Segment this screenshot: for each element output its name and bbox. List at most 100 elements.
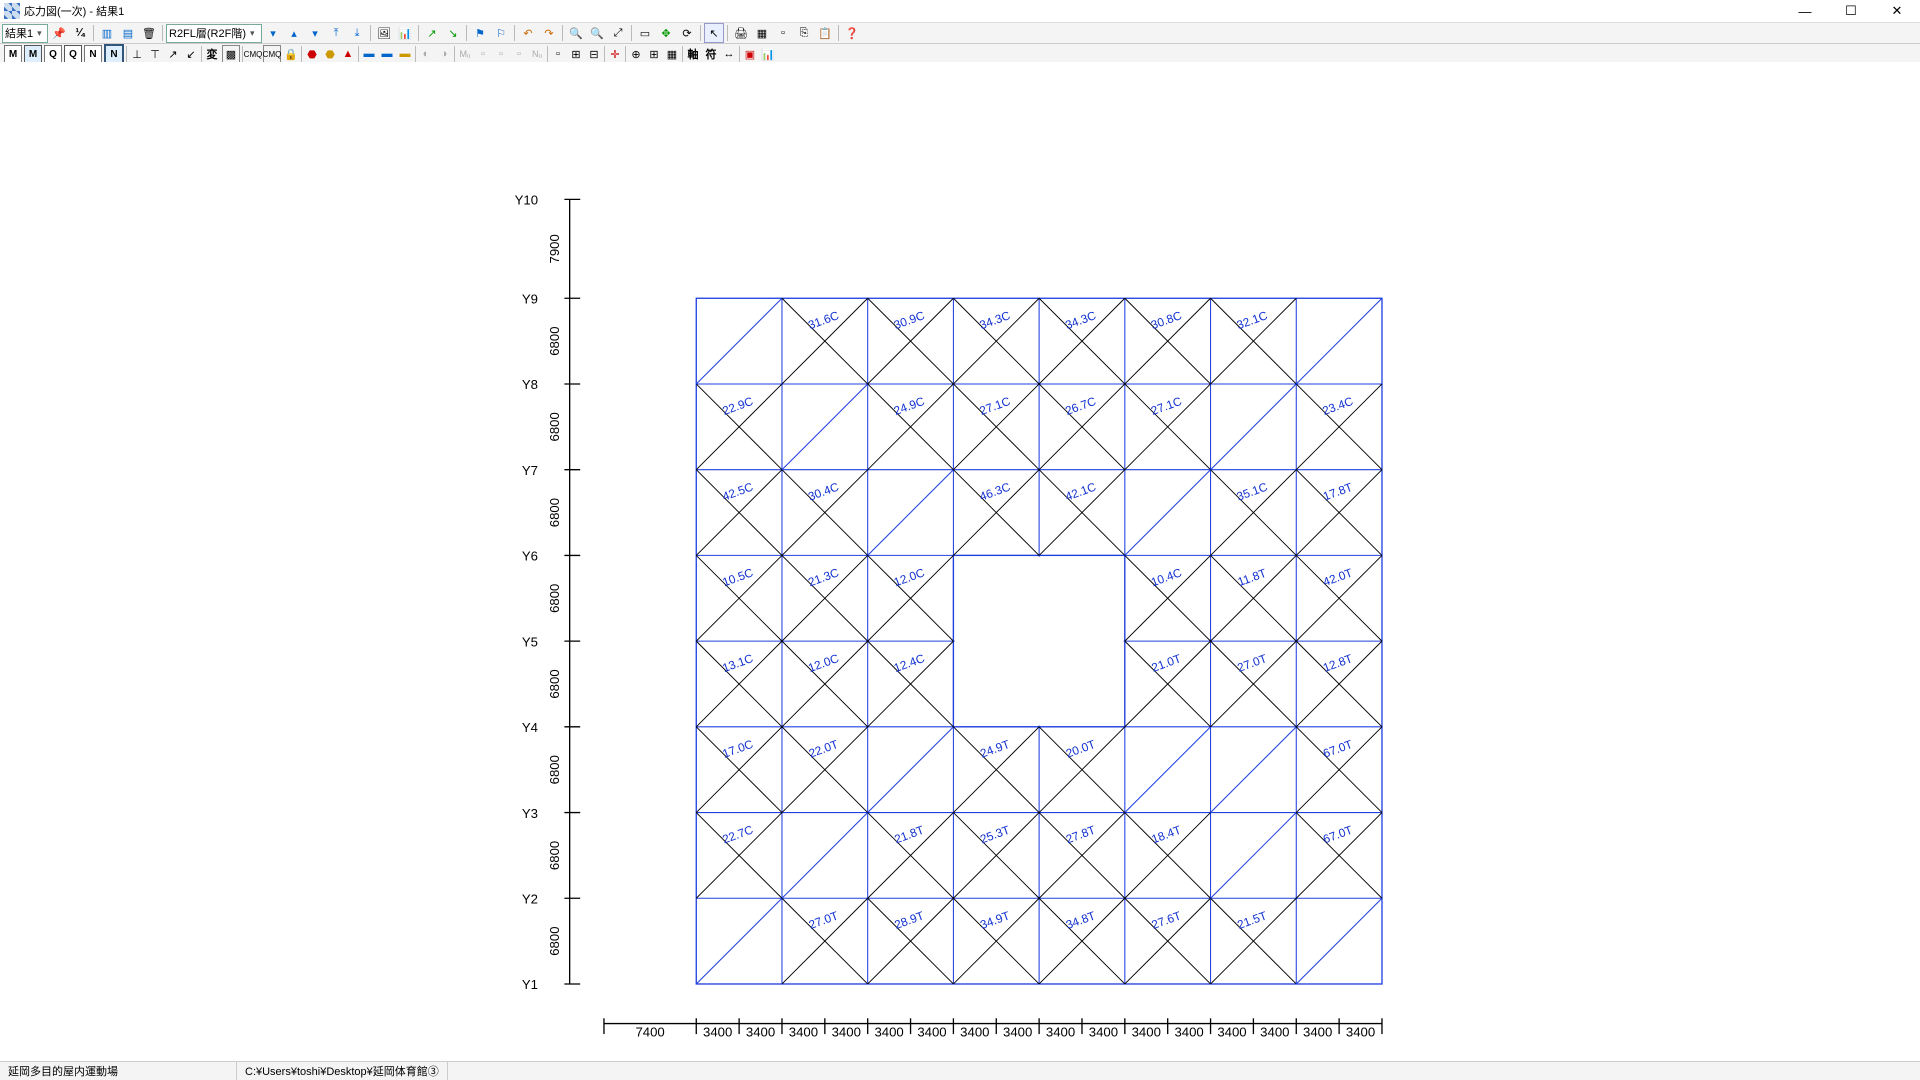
export-icon[interactable]: ↗ [422, 23, 442, 43]
rotate-icon[interactable]: ⟳ [677, 23, 697, 43]
svg-text:24.9C: 24.9C [892, 394, 927, 418]
arrow-ne-icon[interactable]: ↗ [165, 46, 181, 62]
n-button[interactable]: N [84, 45, 102, 63]
page-icon[interactable]: ▫ [773, 23, 793, 43]
svg-text:6800: 6800 [547, 669, 562, 698]
svg-text:42.0T: 42.0T [1321, 566, 1354, 590]
g1-icon[interactable]: ▫ [475, 46, 491, 62]
svg-text:21.5T: 21.5T [1235, 908, 1268, 932]
close-button[interactable]: ✕ [1874, 0, 1920, 22]
h1-icon[interactable]: ▫ [550, 46, 566, 62]
h2-icon[interactable]: ⊞ [568, 46, 584, 62]
n-boxed-button[interactable]: N [104, 44, 124, 64]
svg-text:27.0T: 27.0T [1235, 651, 1268, 675]
svg-text:18.4T: 18.4T [1150, 823, 1183, 847]
m-button[interactable]: M [4, 45, 22, 63]
jiku-button[interactable]: 軸 [685, 46, 701, 62]
layer-select[interactable]: R2FL層(R2F階) [166, 24, 262, 43]
person-2-icon[interactable]: ⊤ [147, 46, 163, 62]
node-yellow-icon[interactable]: ⬣ [322, 46, 338, 62]
image-icon[interactable]: 🖼 [374, 23, 394, 43]
svg-text:67.0T: 67.0T [1321, 737, 1354, 761]
grid-diag-icon[interactable]: ▩ [222, 45, 240, 63]
status-path: C:¥Users¥toshi¥Desktop¥延岡体育館③ [237, 1062, 448, 1080]
svg-text:3400: 3400 [1174, 1025, 1203, 1040]
pan-icon[interactable]: ✥ [656, 23, 676, 43]
extend3-icon[interactable]: ▦ [664, 46, 680, 62]
zoom-fit-icon[interactable]: ⤢ [608, 23, 628, 43]
d2-icon[interactable]: ◑ [436, 46, 452, 62]
toolbar-1: 結果1 📌 ¼ ▥ ▤ 🗑 R2FL層(R2F階) ▾ ▴ ▾ ⤒ ⤓ 🖼 📊 … [0, 23, 1920, 44]
extend1-icon[interactable]: ⊕ [628, 46, 644, 62]
svg-text:67.0T: 67.0T [1321, 823, 1354, 847]
flag-down-icon[interactable]: ⚐ [491, 23, 511, 43]
svg-text:6800: 6800 [547, 498, 562, 527]
copy-icon[interactable]: ⎘ [794, 23, 814, 43]
g2-icon[interactable]: ▫ [493, 46, 509, 62]
lock-icon[interactable]: 🔒 [283, 46, 299, 62]
preview-icon[interactable]: ▦ [752, 23, 772, 43]
q-boxed-button[interactable]: Q [64, 45, 82, 63]
minimize-button[interactable]: — [1782, 0, 1828, 22]
hen-button[interactable]: 変 [204, 46, 220, 62]
svg-text:3400: 3400 [832, 1025, 861, 1040]
zoom-in-icon[interactable]: 🔍 [566, 23, 586, 43]
result-select[interactable]: 結果1 [2, 24, 48, 43]
person-1-icon[interactable]: ⊥ [129, 46, 145, 62]
window-icon[interactable]: ▭ [635, 23, 655, 43]
svg-text:Y10: Y10 [515, 193, 538, 208]
extend2-icon[interactable]: ⊞ [646, 46, 662, 62]
mu-icon[interactable]: Mᵤ [457, 46, 473, 62]
pin-icon[interactable]: 📌 [49, 23, 69, 43]
import-icon[interactable]: ↘ [443, 23, 463, 43]
arrow-sw-icon[interactable]: ↙ [183, 46, 199, 62]
paste-icon[interactable]: 📋 [815, 23, 835, 43]
m-boxed-button[interactable]: M [24, 45, 42, 63]
svg-text:21.0T: 21.0T [1150, 651, 1183, 675]
arrows-h-icon[interactable]: ↔ [721, 46, 737, 62]
last-icon[interactable]: ⤓ [347, 23, 367, 43]
first-icon[interactable]: ⤒ [326, 23, 346, 43]
rec-icon[interactable]: 📊 [760, 46, 776, 62]
flag-up-icon[interactable]: ⚑ [470, 23, 490, 43]
nu-icon[interactable]: Nᵤ [529, 46, 545, 62]
drawing-canvas[interactable]: Y1Y2Y3Y4Y5Y6Y7Y8Y9Y106800680068006800680… [0, 62, 1920, 1062]
cmq-button[interactable]: CMQ [245, 46, 261, 62]
layer1-icon[interactable]: ▬ [361, 46, 377, 62]
stop-icon[interactable]: ▣ [742, 46, 758, 62]
help-icon[interactable]: ❓ [842, 23, 862, 43]
svg-text:Y8: Y8 [522, 377, 538, 392]
print-icon[interactable]: 🖨 [731, 23, 751, 43]
redo-icon[interactable]: ↷ [539, 23, 559, 43]
target-icon[interactable]: ✛ [607, 46, 623, 62]
pointer-icon[interactable]: ↖ [704, 23, 724, 43]
zoom-out-icon[interactable]: 🔍 [587, 23, 607, 43]
h3-icon[interactable]: ⊟ [586, 46, 602, 62]
cmq-boxed-button[interactable]: CMQ [263, 45, 281, 63]
svg-text:Y6: Y6 [522, 549, 538, 564]
svg-text:3400: 3400 [1089, 1025, 1118, 1040]
g3-icon[interactable]: ▫ [511, 46, 527, 62]
d1-icon[interactable]: ◐ [418, 46, 434, 62]
status-project: 延岡多目的屋内運動場 [0, 1062, 237, 1080]
node-red2-icon[interactable]: ▲ [340, 46, 356, 62]
svg-text:31.6C: 31.6C [806, 308, 841, 332]
delete-icon[interactable]: 🗑 [139, 23, 159, 43]
undo-icon[interactable]: ↶ [518, 23, 538, 43]
up-icon[interactable]: ▴ [284, 23, 304, 43]
svg-text:3400: 3400 [917, 1025, 946, 1040]
layer3-icon[interactable]: ▬ [397, 46, 413, 62]
dropdown-prev-icon[interactable]: ▾ [263, 23, 283, 43]
fraction-icon[interactable]: ¼ [70, 23, 90, 43]
grid-v-icon[interactable]: ▤ [118, 23, 138, 43]
down-icon[interactable]: ▾ [305, 23, 325, 43]
q-button[interactable]: Q [44, 45, 62, 63]
svg-text:42.5C: 42.5C [720, 480, 755, 504]
chart-icon[interactable]: 📊 [395, 23, 415, 43]
fu-button[interactable]: 符 [703, 46, 719, 62]
grid-h-icon[interactable]: ▥ [97, 23, 117, 43]
maximize-button[interactable]: ☐ [1828, 0, 1874, 22]
node-red-icon[interactable]: ⬣ [304, 46, 320, 62]
svg-text:3400: 3400 [1046, 1025, 1075, 1040]
layer2-icon[interactable]: ▬ [379, 46, 395, 62]
